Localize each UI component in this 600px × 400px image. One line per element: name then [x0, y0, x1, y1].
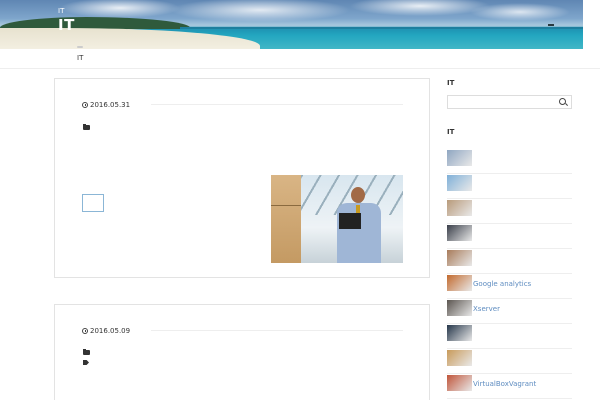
sidebar-item-thumbnail[interactable]	[447, 350, 472, 366]
search-icon[interactable]	[559, 98, 566, 105]
post-card: 2016.05.31	[54, 78, 430, 278]
sidebar-item-thumbnail[interactable]	[447, 250, 472, 266]
sidebar-list-item[interactable]	[447, 249, 572, 274]
sidebar-item-thumbnail[interactable]	[447, 175, 472, 191]
sidebar-list-item[interactable]: Xserver	[447, 299, 572, 324]
photo-person-head	[351, 187, 365, 203]
post-date: 2016.05.09	[82, 327, 130, 335]
sidebar-item-link[interactable]: Xserver	[473, 305, 500, 313]
sidebar-list-heading: IT	[447, 128, 455, 136]
read-more-button[interactable]	[82, 194, 104, 212]
sidebar-item-link[interactable]: Google analytics	[473, 280, 531, 288]
sidebar-list-item[interactable]	[447, 149, 572, 174]
search-input[interactable]	[447, 95, 572, 109]
sidebar-item-thumbnail[interactable]	[447, 300, 472, 316]
sidebar-list-item[interactable]	[447, 324, 572, 349]
folder-icon	[83, 124, 90, 130]
sidebar-list-item[interactable]	[447, 224, 572, 249]
site-tagline: IT	[58, 7, 65, 15]
sidebar-item-thumbnail[interactable]	[447, 150, 472, 166]
banner-horizon	[180, 27, 583, 29]
photo-boxes	[271, 175, 301, 263]
sidebar-list-item[interactable]	[447, 349, 572, 374]
sidebar-item-thumbnail[interactable]	[447, 200, 472, 216]
clock-icon	[82, 328, 88, 334]
sidebar-list-item[interactable]: VirtualBoxVagrant	[447, 374, 572, 399]
meta-divider	[151, 104, 403, 105]
sidebar-list-item[interactable]: Google analytics	[447, 274, 572, 299]
sidebar-item-thumbnail[interactable]	[447, 325, 472, 341]
photo-clipboard	[339, 213, 361, 229]
sidebar-list-item[interactable]	[447, 199, 572, 224]
global-nav: IT	[0, 49, 600, 69]
clock-icon	[82, 102, 88, 108]
banner-boat	[548, 24, 554, 26]
tag-icon	[83, 360, 89, 365]
post-thumbnail[interactable]	[271, 175, 403, 263]
post-date-text: 2016.05.09	[90, 327, 131, 335]
folder-icon	[83, 349, 90, 355]
post-date: 2016.05.31	[82, 101, 130, 109]
sidebar-item-thumbnail[interactable]	[447, 275, 472, 291]
header-banner	[0, 0, 583, 49]
post-date-text: 2016.05.31	[90, 101, 131, 109]
sidebar-item-link[interactable]: VirtualBoxVagrant	[473, 380, 536, 388]
nav-item-it[interactable]: IT	[77, 54, 83, 62]
sidebar-item-thumbnail[interactable]	[447, 225, 472, 241]
site-title[interactable]: IT	[58, 16, 75, 34]
sidebar-list-item[interactable]	[447, 174, 572, 199]
nav-indicator	[77, 46, 83, 48]
sidebar-item-thumbnail[interactable]	[447, 375, 472, 391]
sidebar-search-heading: IT	[447, 79, 455, 87]
post-card: 2016.05.09	[54, 304, 430, 400]
meta-divider	[151, 330, 403, 331]
